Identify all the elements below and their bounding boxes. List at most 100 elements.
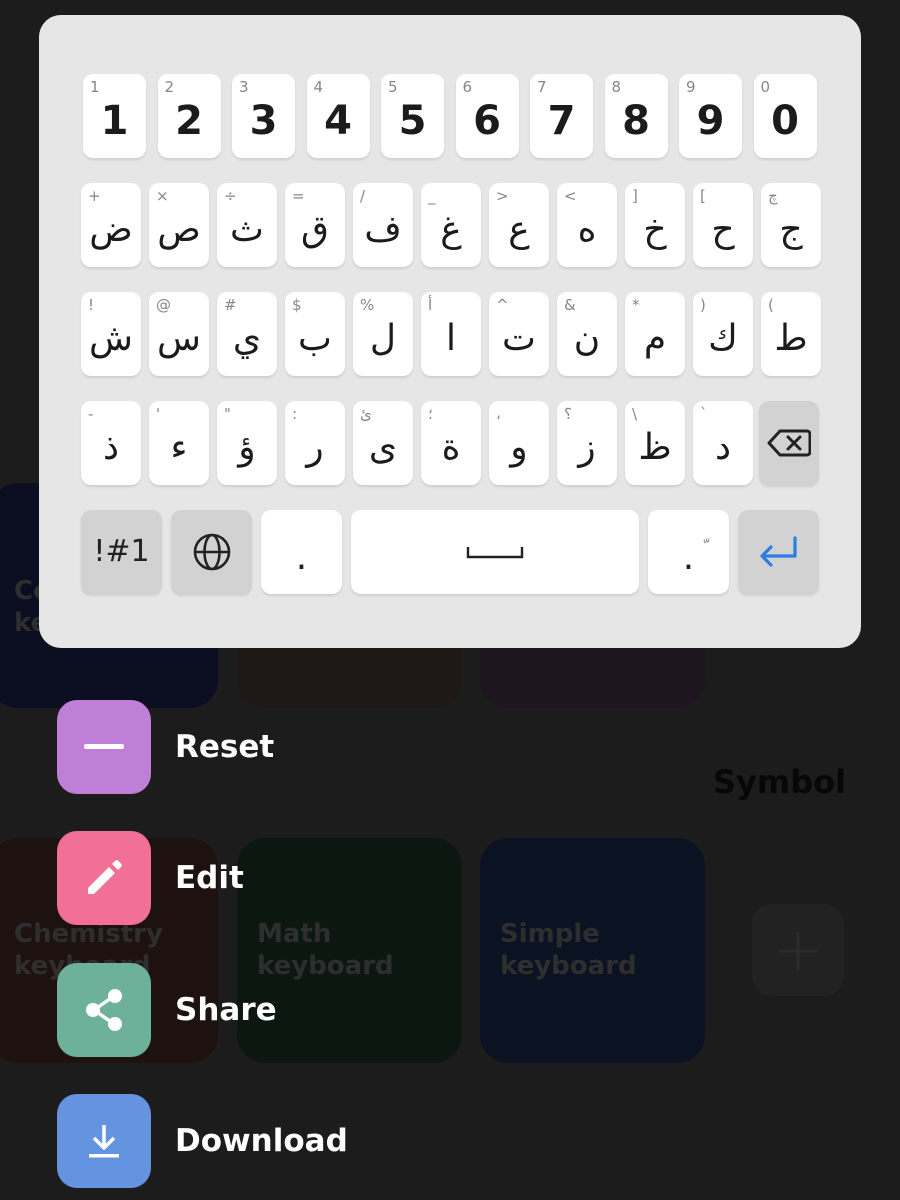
key[interactable]: 88 [604,74,668,158]
key[interactable]: ' ء [149,401,209,485]
key-label: ك [708,318,738,359]
key-label: ي [232,318,262,359]
key[interactable]: = ق [285,183,345,267]
space-key[interactable] [351,510,639,594]
share-menu-item[interactable]: Share [57,963,657,1057]
key[interactable]: / ف [353,183,413,267]
download-icon-tile [57,1094,151,1188]
enter-icon [759,536,797,567]
key[interactable]: + ض [81,183,141,267]
key-label: ق [301,209,329,250]
key-label: ظ [638,427,672,468]
key-label: ل [369,318,397,359]
edit-label: Edit [175,860,244,896]
edit-menu-item[interactable]: Edit [57,831,657,925]
key-label: ذ [102,427,120,468]
section-label-symbol: Symbol [713,763,847,801]
backspace-icon [767,429,811,457]
key-label: ط [774,318,808,359]
key[interactable]: ! ش [81,292,141,376]
share-label: Share [175,992,277,1028]
enter-key[interactable] [738,510,819,594]
key-label: ص [157,209,201,250]
key-label: 7 [547,98,576,144]
key-label: ا [445,318,456,359]
reset-label: Reset [175,729,275,765]
period-key[interactable]: . [261,510,342,594]
download-menu-item[interactable]: Download [57,1094,657,1188]
key[interactable]: ^ ت [489,292,549,376]
reset-menu-item[interactable]: Reset [57,700,657,794]
key[interactable]: ، و [489,401,549,485]
key[interactable]: 00 [753,74,817,158]
key-label: 9 [696,98,725,144]
symbols-key[interactable]: !#1 [81,510,162,594]
key-label: ى [368,427,398,468]
key[interactable]: -ذ [81,401,141,485]
key-label: 5 [398,98,427,144]
key-label: م [643,318,667,359]
plus-icon: + [772,915,824,985]
key[interactable]: ) ك [693,292,753,376]
globe-icon [193,533,230,571]
key[interactable]: × ص [149,183,209,267]
period-key-2[interactable]: . ّ [648,510,729,594]
key[interactable]: ` د [693,401,753,485]
space-icon [466,547,524,559]
key-label: ث [230,209,264,250]
key[interactable]: 44 [306,74,370,158]
key[interactable]: 22 [157,74,221,158]
key-label: 2 [175,98,203,144]
key[interactable]: 77 [530,74,593,158]
key[interactable]: 99 [679,74,742,158]
symbols-key-label: !#1 [93,534,150,569]
key[interactable]: < ه [557,183,617,267]
backspace-key[interactable] [759,401,819,485]
key[interactable]: % ل [353,292,413,376]
key[interactable]: 33 [232,74,295,158]
key[interactable]: ÷ ث [217,183,277,267]
key[interactable]: & ن [557,292,617,376]
key[interactable]: # ي [217,292,277,376]
key[interactable]: ] خ [625,183,685,267]
key[interactable]: چج [761,183,821,267]
share-icon-tile [57,963,151,1057]
edit-icon-tile [57,831,151,925]
key[interactable]: > ع [489,183,549,267]
key[interactable]: ئى [353,401,413,485]
key[interactable]: @ س [149,292,209,376]
key[interactable]: 66 [455,74,519,158]
key-label: ة [441,427,461,468]
key-label: ب [298,318,332,359]
key[interactable]: 11 [83,74,146,158]
key[interactable]: * م [625,292,685,376]
key-label: ض [89,209,133,250]
key-label: 4 [324,98,352,144]
key-label: ء [170,427,188,468]
key-label: 0 [771,98,799,144]
keyboard-preview: 1 1 2 2 3 3 4 4 5 5 6 6 7 7 8 8 9 9 0 0 + ض × ص ÷ ث = ق / ف _ غ > ع < ه] خ[ح… [39,15,861,648]
key[interactable]: ؛ ة [421,401,481,485]
key[interactable]: ؟ ز [557,401,617,485]
key-label: 3 [249,98,278,144]
key[interactable]: _ غ [421,183,481,267]
download-icon [89,1125,119,1158]
key-label: 8 [622,98,650,144]
key[interactable]: :ر [285,401,345,485]
key[interactable]: أا [421,292,481,376]
key[interactable]: \ ظ [625,401,685,485]
key-label: ف [364,209,402,250]
key[interactable]: [ح [693,183,753,267]
key[interactable]: $ ب [285,292,345,376]
reset-icon-tile [57,700,151,794]
key-label: ن [573,318,601,359]
period-key-label: . [295,537,308,578]
key[interactable]: (ط [761,292,821,376]
language-key[interactable] [171,510,252,594]
add-keyboard-button[interactable]: + [752,904,844,996]
key-label: 6 [473,98,501,144]
download-label: Download [175,1123,348,1159]
key[interactable]: " ؤ [217,401,277,485]
key-label: ز [578,427,596,468]
key[interactable]: 55 [381,74,444,158]
